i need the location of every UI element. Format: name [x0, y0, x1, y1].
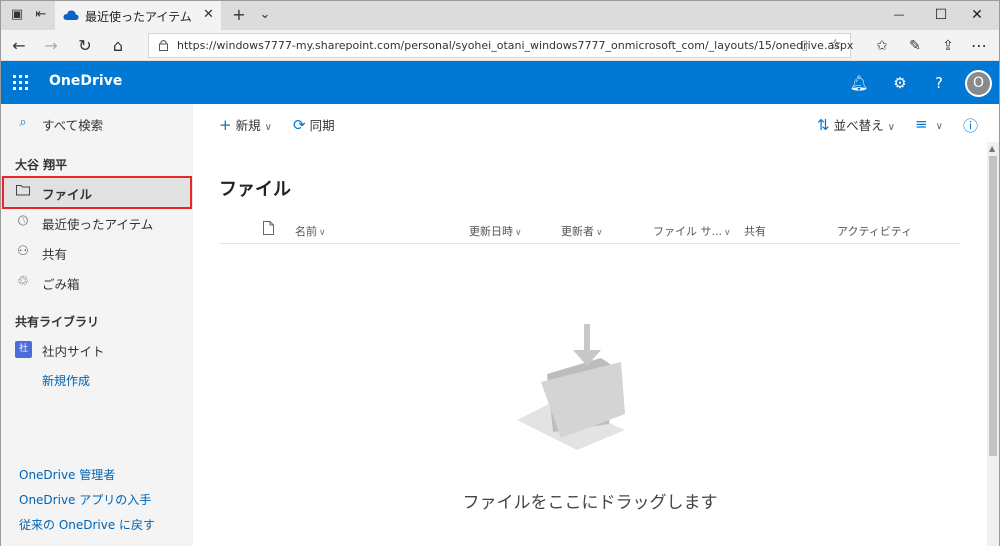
- notification-bell-icon[interactable]: 🔔︎: [849, 73, 869, 93]
- footer-link-admin[interactable]: OneDrive 管理者: [19, 466, 115, 483]
- chevron-down-icon: ∨: [596, 228, 603, 238]
- column-file-size[interactable]: ファイル サ... ∨: [653, 223, 731, 239]
- more-menu-icon[interactable]: ⋯: [969, 36, 989, 56]
- people-icon: ⚇: [17, 244, 29, 259]
- tab-menu-chevron-icon[interactable]: ⌄: [255, 6, 275, 24]
- chevron-down-icon: ∨: [724, 228, 731, 238]
- chevron-down-icon: ∨: [515, 228, 522, 238]
- gear-icon[interactable]: ⚙: [890, 73, 910, 93]
- sync-button-label: 同期: [309, 118, 335, 133]
- footer-link-classic[interactable]: 従来の OneDrive に戻す: [19, 516, 155, 533]
- plus-icon: +: [219, 116, 232, 134]
- chevron-down-icon: ∨: [319, 228, 326, 238]
- back-arrow-icon[interactable]: ←: [9, 36, 29, 56]
- chevron-down-icon: ∨: [887, 122, 895, 133]
- tab-title: 最近使ったアイテム - OneI: [85, 10, 195, 24]
- nav-item-recycle-bin-label: ごみ箱: [42, 277, 80, 292]
- view-options-button[interactable]: ≡ ∨: [915, 115, 943, 133]
- new-button-label: 新規: [235, 118, 261, 133]
- nav-item-recycle-bin[interactable]: ♲ ごみ箱: [1, 267, 193, 297]
- share-icon[interactable]: ⇪: [938, 36, 958, 56]
- new-tab-button[interactable]: +: [229, 6, 249, 24]
- column-modified[interactable]: 更新日時 ∨: [469, 223, 522, 239]
- user-name-heading: 大谷 翔平: [15, 158, 68, 172]
- favorite-star-icon[interactable]: ☆: [829, 37, 842, 53]
- recycle-bin-icon: ♲: [17, 274, 29, 289]
- nav-item-company-site[interactable]: 社 社内サイト: [1, 334, 193, 364]
- nav-item-recent[interactable]: 🕓︎ 最近使ったアイテム: [1, 207, 193, 237]
- favorites-hub-icon[interactable]: ✩: [872, 36, 892, 56]
- avatar[interactable]: O: [965, 70, 992, 97]
- sync-button[interactable]: ⟳ 同期: [293, 115, 335, 134]
- column-activity[interactable]: アクティビティ: [837, 223, 912, 239]
- shared-libraries-heading: 共有ライブラリ: [15, 315, 100, 329]
- reading-view-icon[interactable]: ▯: [801, 38, 808, 53]
- file-type-icon[interactable]: [263, 221, 274, 235]
- column-modified-label: 更新日時: [469, 225, 513, 238]
- search-all-label: すべて検索: [42, 118, 104, 133]
- set-tabs-aside-icon[interactable]: ⇤: [31, 6, 51, 24]
- chevron-down-icon: ∨: [935, 121, 943, 132]
- chevron-down-icon: ∨: [264, 122, 272, 133]
- column-name[interactable]: 名前 ∨: [295, 223, 326, 239]
- column-modified-by-label: 更新者: [561, 225, 594, 238]
- refresh-icon[interactable]: ↻: [75, 36, 95, 56]
- highlight-box: [2, 176, 192, 209]
- column-name-label: 名前: [295, 225, 317, 238]
- left-navigation: ⌕ すべて検索 大谷 翔平 ファイル 🕓︎ 最近使ったアイテム ⚇ 共有 ♲ ご…: [1, 104, 193, 546]
- home-icon[interactable]: ⌂: [108, 36, 128, 56]
- pen-notes-icon[interactable]: ✎: [905, 36, 925, 56]
- column-file-size-label: ファイル サ...: [653, 225, 722, 238]
- file-list-header: 名前 ∨ 更新日時 ∨ 更新者 ∨ ファイル サ... ∨ 共有 アクティビティ: [219, 217, 961, 244]
- sort-button[interactable]: ⇅ 並べ替え ∨: [817, 115, 895, 134]
- search-icon: ⌕: [19, 115, 27, 130]
- app-launcher-icon[interactable]: [13, 75, 28, 90]
- nav-item-shared[interactable]: ⚇ 共有: [1, 237, 193, 267]
- clock-icon: 🕓︎: [17, 214, 29, 229]
- browser-tab-active[interactable]: 最近使ったアイテム - OneI ✕: [55, 1, 221, 30]
- tab-close-icon[interactable]: ✕: [203, 7, 214, 22]
- close-window-button[interactable]: ✕: [967, 6, 987, 24]
- info-icon: ⓘ: [963, 117, 979, 135]
- browser-nav-bar: ← → ↻ ⌂ https://windows7777-my.sharepoin…: [1, 30, 999, 61]
- url-text: https://windows7777-my.sharepoint.com/pe…: [177, 39, 854, 52]
- onedrive-header: OneDrive 🔔︎ ⚙ ? O: [1, 61, 999, 104]
- help-icon[interactable]: ?: [929, 73, 949, 93]
- lock-icon: [159, 40, 168, 51]
- page-title: ファイル: [219, 179, 291, 200]
- list-view-icon: ≡: [915, 115, 928, 133]
- sort-button-label: 並べ替え: [833, 118, 884, 133]
- empty-folder-illustration: [517, 324, 625, 450]
- site-badge: 社: [15, 341, 32, 358]
- footer-link-get-app[interactable]: OneDrive アプリの入手: [19, 491, 151, 508]
- search-all[interactable]: ⌕ すべて検索: [1, 108, 193, 138]
- sync-icon: ⟳: [293, 116, 306, 134]
- nav-item-shared-label: 共有: [42, 247, 68, 262]
- new-button[interactable]: + 新規 ∨: [219, 115, 272, 134]
- brand-name[interactable]: OneDrive: [49, 73, 122, 89]
- create-new-link[interactable]: 新規作成: [42, 372, 90, 389]
- page-scrollbar[interactable]: ▲: [987, 142, 999, 546]
- address-bar[interactable]: https://windows7777-my.sharepoint.com/pe…: [148, 33, 854, 58]
- main-content: ファイル 名前 ∨ 更新日時 ∨ 更新者 ∨ ファイル サ... ∨ 共有 アクティビテ…: [193, 142, 987, 546]
- forward-arrow-icon[interactable]: →: [41, 36, 61, 56]
- scroll-up-arrow-icon[interactable]: ▲: [989, 144, 995, 153]
- maximize-button[interactable]: ☐: [931, 6, 951, 24]
- scrollbar-thumb[interactable]: [989, 156, 997, 456]
- sort-icon: ⇅: [817, 116, 830, 134]
- column-modified-by[interactable]: 更新者 ∨: [561, 223, 603, 239]
- nav-item-company-site-label: 社内サイト: [42, 344, 105, 359]
- empty-state-message: ファイルをここにドラッグします: [462, 493, 718, 513]
- onedrive-cloud-icon: [63, 10, 79, 20]
- info-pane-button[interactable]: ⓘ: [963, 115, 982, 136]
- browser-tab-strip: ▣ ⇤ 最近使ったアイテム - OneI ✕ + ⌄ — ☐ ✕: [1, 1, 999, 30]
- minimize-button[interactable]: —: [889, 6, 909, 24]
- nav-item-recent-label: 最近使ったアイテム: [42, 217, 154, 232]
- tab-actions-icon[interactable]: ▣: [7, 6, 27, 24]
- command-bar: + 新規 ∨ ⟳ 同期 ⇅ 並べ替え ∨ ≡ ∨ ⓘ: [193, 104, 999, 142]
- column-sharing[interactable]: 共有: [744, 223, 766, 239]
